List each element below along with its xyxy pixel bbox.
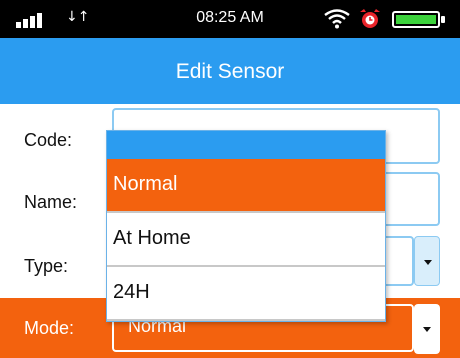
header-bar: Edit Sensor [0,38,460,104]
dropdown-option-at-home[interactable]: At Home [107,213,385,267]
chevron-down-icon [423,327,431,332]
battery-icon [392,11,445,28]
alarm-icon [360,9,380,28]
mode-dropdown-list: Normal At Home 24H [106,130,386,322]
type-dropdown-button[interactable] [414,236,440,286]
dropdown-option-normal[interactable]: Normal [107,159,385,213]
wifi-icon [324,9,350,29]
dropdown-option-24h[interactable]: 24H [107,267,385,321]
chevron-down-icon [424,260,432,265]
mode-label: Mode: [24,318,75,338]
type-label: Type: [24,256,69,276]
dropdown-header [107,131,385,159]
option-label: 24H [113,281,150,303]
name-label: Name: [24,192,78,212]
status-bar: ↓↑ 08:25 AM [0,0,460,38]
option-label: Normal [113,173,178,195]
page-title: Edit Sensor [175,60,285,83]
status-time: 08:25 AM [196,9,264,26]
mode-dropdown-button[interactable] [414,304,440,354]
code-label: Code: [24,130,73,150]
option-label: At Home [113,227,191,249]
